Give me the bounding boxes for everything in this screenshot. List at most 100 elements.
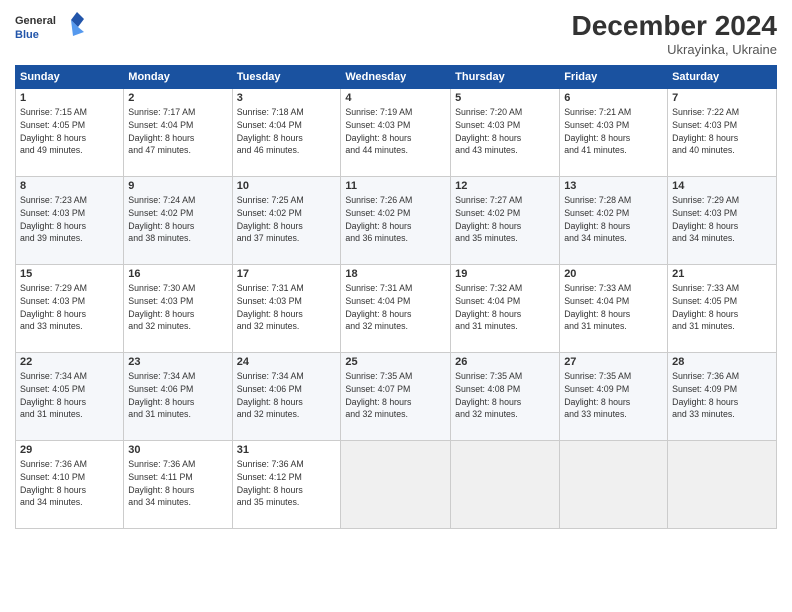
day-number: 4 xyxy=(345,92,446,104)
day-cell: 6 Sunrise: 7:21 AMSunset: 4:03 PMDayligh… xyxy=(560,89,668,177)
logo-svg: General Blue xyxy=(15,10,85,46)
day-info: Sunrise: 7:20 AMSunset: 4:03 PMDaylight:… xyxy=(455,106,555,157)
day-number: 2 xyxy=(128,92,227,104)
day-cell xyxy=(451,441,560,529)
day-info: Sunrise: 7:33 AMSunset: 4:05 PMDaylight:… xyxy=(672,282,772,333)
day-number: 27 xyxy=(564,356,663,368)
day-cell: 11 Sunrise: 7:26 AMSunset: 4:02 PMDaylig… xyxy=(341,177,451,265)
day-cell: 7 Sunrise: 7:22 AMSunset: 4:03 PMDayligh… xyxy=(668,89,777,177)
day-number: 22 xyxy=(20,356,119,368)
day-cell: 15 Sunrise: 7:29 AMSunset: 4:03 PMDaylig… xyxy=(16,265,124,353)
day-cell: 20 Sunrise: 7:33 AMSunset: 4:04 PMDaylig… xyxy=(560,265,668,353)
col-monday: Monday xyxy=(124,66,232,89)
day-info: Sunrise: 7:19 AMSunset: 4:03 PMDaylight:… xyxy=(345,106,446,157)
col-friday: Friday xyxy=(560,66,668,89)
day-info: Sunrise: 7:36 AMSunset: 4:11 PMDaylight:… xyxy=(128,458,227,509)
day-cell xyxy=(668,441,777,529)
day-cell: 8 Sunrise: 7:23 AMSunset: 4:03 PMDayligh… xyxy=(16,177,124,265)
calendar-header: Sunday Monday Tuesday Wednesday Thursday… xyxy=(16,66,777,89)
day-cell: 12 Sunrise: 7:27 AMSunset: 4:02 PMDaylig… xyxy=(451,177,560,265)
day-cell: 19 Sunrise: 7:32 AMSunset: 4:04 PMDaylig… xyxy=(451,265,560,353)
day-info: Sunrise: 7:18 AMSunset: 4:04 PMDaylight:… xyxy=(237,106,337,157)
day-info: Sunrise: 7:21 AMSunset: 4:03 PMDaylight:… xyxy=(564,106,663,157)
day-number: 31 xyxy=(237,444,337,456)
day-info: Sunrise: 7:26 AMSunset: 4:02 PMDaylight:… xyxy=(345,194,446,245)
week-row-3: 15 Sunrise: 7:29 AMSunset: 4:03 PMDaylig… xyxy=(16,265,777,353)
day-cell: 3 Sunrise: 7:18 AMSunset: 4:04 PMDayligh… xyxy=(232,89,341,177)
day-info: Sunrise: 7:36 AMSunset: 4:09 PMDaylight:… xyxy=(672,370,772,421)
day-cell: 13 Sunrise: 7:28 AMSunset: 4:02 PMDaylig… xyxy=(560,177,668,265)
day-number: 6 xyxy=(564,92,663,104)
day-info: Sunrise: 7:17 AMSunset: 4:04 PMDaylight:… xyxy=(128,106,227,157)
day-number: 17 xyxy=(237,268,337,280)
day-cell: 5 Sunrise: 7:20 AMSunset: 4:03 PMDayligh… xyxy=(451,89,560,177)
day-number: 14 xyxy=(672,180,772,192)
day-cell: 17 Sunrise: 7:31 AMSunset: 4:03 PMDaylig… xyxy=(232,265,341,353)
day-info: Sunrise: 7:32 AMSunset: 4:04 PMDaylight:… xyxy=(455,282,555,333)
day-info: Sunrise: 7:28 AMSunset: 4:02 PMDaylight:… xyxy=(564,194,663,245)
day-cell: 29 Sunrise: 7:36 AMSunset: 4:10 PMDaylig… xyxy=(16,441,124,529)
day-number: 15 xyxy=(20,268,119,280)
day-cell: 18 Sunrise: 7:31 AMSunset: 4:04 PMDaylig… xyxy=(341,265,451,353)
col-sunday: Sunday xyxy=(16,66,124,89)
day-cell: 22 Sunrise: 7:34 AMSunset: 4:05 PMDaylig… xyxy=(16,353,124,441)
day-info: Sunrise: 7:34 AMSunset: 4:06 PMDaylight:… xyxy=(128,370,227,421)
day-info: Sunrise: 7:29 AMSunset: 4:03 PMDaylight:… xyxy=(20,282,119,333)
day-number: 5 xyxy=(455,92,555,104)
header-row: Sunday Monday Tuesday Wednesday Thursday… xyxy=(16,66,777,89)
day-cell: 16 Sunrise: 7:30 AMSunset: 4:03 PMDaylig… xyxy=(124,265,232,353)
day-number: 24 xyxy=(237,356,337,368)
day-info: Sunrise: 7:33 AMSunset: 4:04 PMDaylight:… xyxy=(564,282,663,333)
col-thursday: Thursday xyxy=(451,66,560,89)
col-wednesday: Wednesday xyxy=(341,66,451,89)
day-number: 19 xyxy=(455,268,555,280)
day-number: 21 xyxy=(672,268,772,280)
day-info: Sunrise: 7:34 AMSunset: 4:06 PMDaylight:… xyxy=(237,370,337,421)
day-cell: 9 Sunrise: 7:24 AMSunset: 4:02 PMDayligh… xyxy=(124,177,232,265)
day-info: Sunrise: 7:36 AMSunset: 4:12 PMDaylight:… xyxy=(237,458,337,509)
day-cell: 4 Sunrise: 7:19 AMSunset: 4:03 PMDayligh… xyxy=(341,89,451,177)
logo: General Blue xyxy=(15,10,85,46)
day-cell: 23 Sunrise: 7:34 AMSunset: 4:06 PMDaylig… xyxy=(124,353,232,441)
day-info: Sunrise: 7:34 AMSunset: 4:05 PMDaylight:… xyxy=(20,370,119,421)
location: Ukrayinka, Ukraine xyxy=(572,42,777,57)
day-cell: 28 Sunrise: 7:36 AMSunset: 4:09 PMDaylig… xyxy=(668,353,777,441)
day-info: Sunrise: 7:35 AMSunset: 4:08 PMDaylight:… xyxy=(455,370,555,421)
svg-text:General: General xyxy=(15,15,56,27)
week-row-5: 29 Sunrise: 7:36 AMSunset: 4:10 PMDaylig… xyxy=(16,441,777,529)
day-number: 12 xyxy=(455,180,555,192)
col-saturday: Saturday xyxy=(668,66,777,89)
header: General Blue December 2024 Ukrayinka, Uk… xyxy=(15,10,777,57)
day-cell: 24 Sunrise: 7:34 AMSunset: 4:06 PMDaylig… xyxy=(232,353,341,441)
day-info: Sunrise: 7:25 AMSunset: 4:02 PMDaylight:… xyxy=(237,194,337,245)
day-info: Sunrise: 7:15 AMSunset: 4:05 PMDaylight:… xyxy=(20,106,119,157)
day-number: 11 xyxy=(345,180,446,192)
week-row-4: 22 Sunrise: 7:34 AMSunset: 4:05 PMDaylig… xyxy=(16,353,777,441)
day-cell: 1 Sunrise: 7:15 AMSunset: 4:05 PMDayligh… xyxy=(16,89,124,177)
day-number: 20 xyxy=(564,268,663,280)
svg-text:Blue: Blue xyxy=(15,29,39,41)
day-number: 3 xyxy=(237,92,337,104)
day-number: 25 xyxy=(345,356,446,368)
day-number: 28 xyxy=(672,356,772,368)
day-info: Sunrise: 7:36 AMSunset: 4:10 PMDaylight:… xyxy=(20,458,119,509)
calendar-body: 1 Sunrise: 7:15 AMSunset: 4:05 PMDayligh… xyxy=(16,89,777,529)
day-info: Sunrise: 7:31 AMSunset: 4:04 PMDaylight:… xyxy=(345,282,446,333)
day-cell xyxy=(341,441,451,529)
day-info: Sunrise: 7:29 AMSunset: 4:03 PMDaylight:… xyxy=(672,194,772,245)
day-info: Sunrise: 7:24 AMSunset: 4:02 PMDaylight:… xyxy=(128,194,227,245)
day-number: 13 xyxy=(564,180,663,192)
day-info: Sunrise: 7:35 AMSunset: 4:09 PMDaylight:… xyxy=(564,370,663,421)
day-cell: 10 Sunrise: 7:25 AMSunset: 4:02 PMDaylig… xyxy=(232,177,341,265)
month-title: December 2024 xyxy=(572,10,777,42)
day-cell: 30 Sunrise: 7:36 AMSunset: 4:11 PMDaylig… xyxy=(124,441,232,529)
week-row-1: 1 Sunrise: 7:15 AMSunset: 4:05 PMDayligh… xyxy=(16,89,777,177)
day-cell: 21 Sunrise: 7:33 AMSunset: 4:05 PMDaylig… xyxy=(668,265,777,353)
day-number: 18 xyxy=(345,268,446,280)
day-cell: 26 Sunrise: 7:35 AMSunset: 4:08 PMDaylig… xyxy=(451,353,560,441)
day-cell: 27 Sunrise: 7:35 AMSunset: 4:09 PMDaylig… xyxy=(560,353,668,441)
day-info: Sunrise: 7:27 AMSunset: 4:02 PMDaylight:… xyxy=(455,194,555,245)
day-info: Sunrise: 7:23 AMSunset: 4:03 PMDaylight:… xyxy=(20,194,119,245)
week-row-2: 8 Sunrise: 7:23 AMSunset: 4:03 PMDayligh… xyxy=(16,177,777,265)
calendar-page: General Blue December 2024 Ukrayinka, Uk… xyxy=(0,0,792,612)
